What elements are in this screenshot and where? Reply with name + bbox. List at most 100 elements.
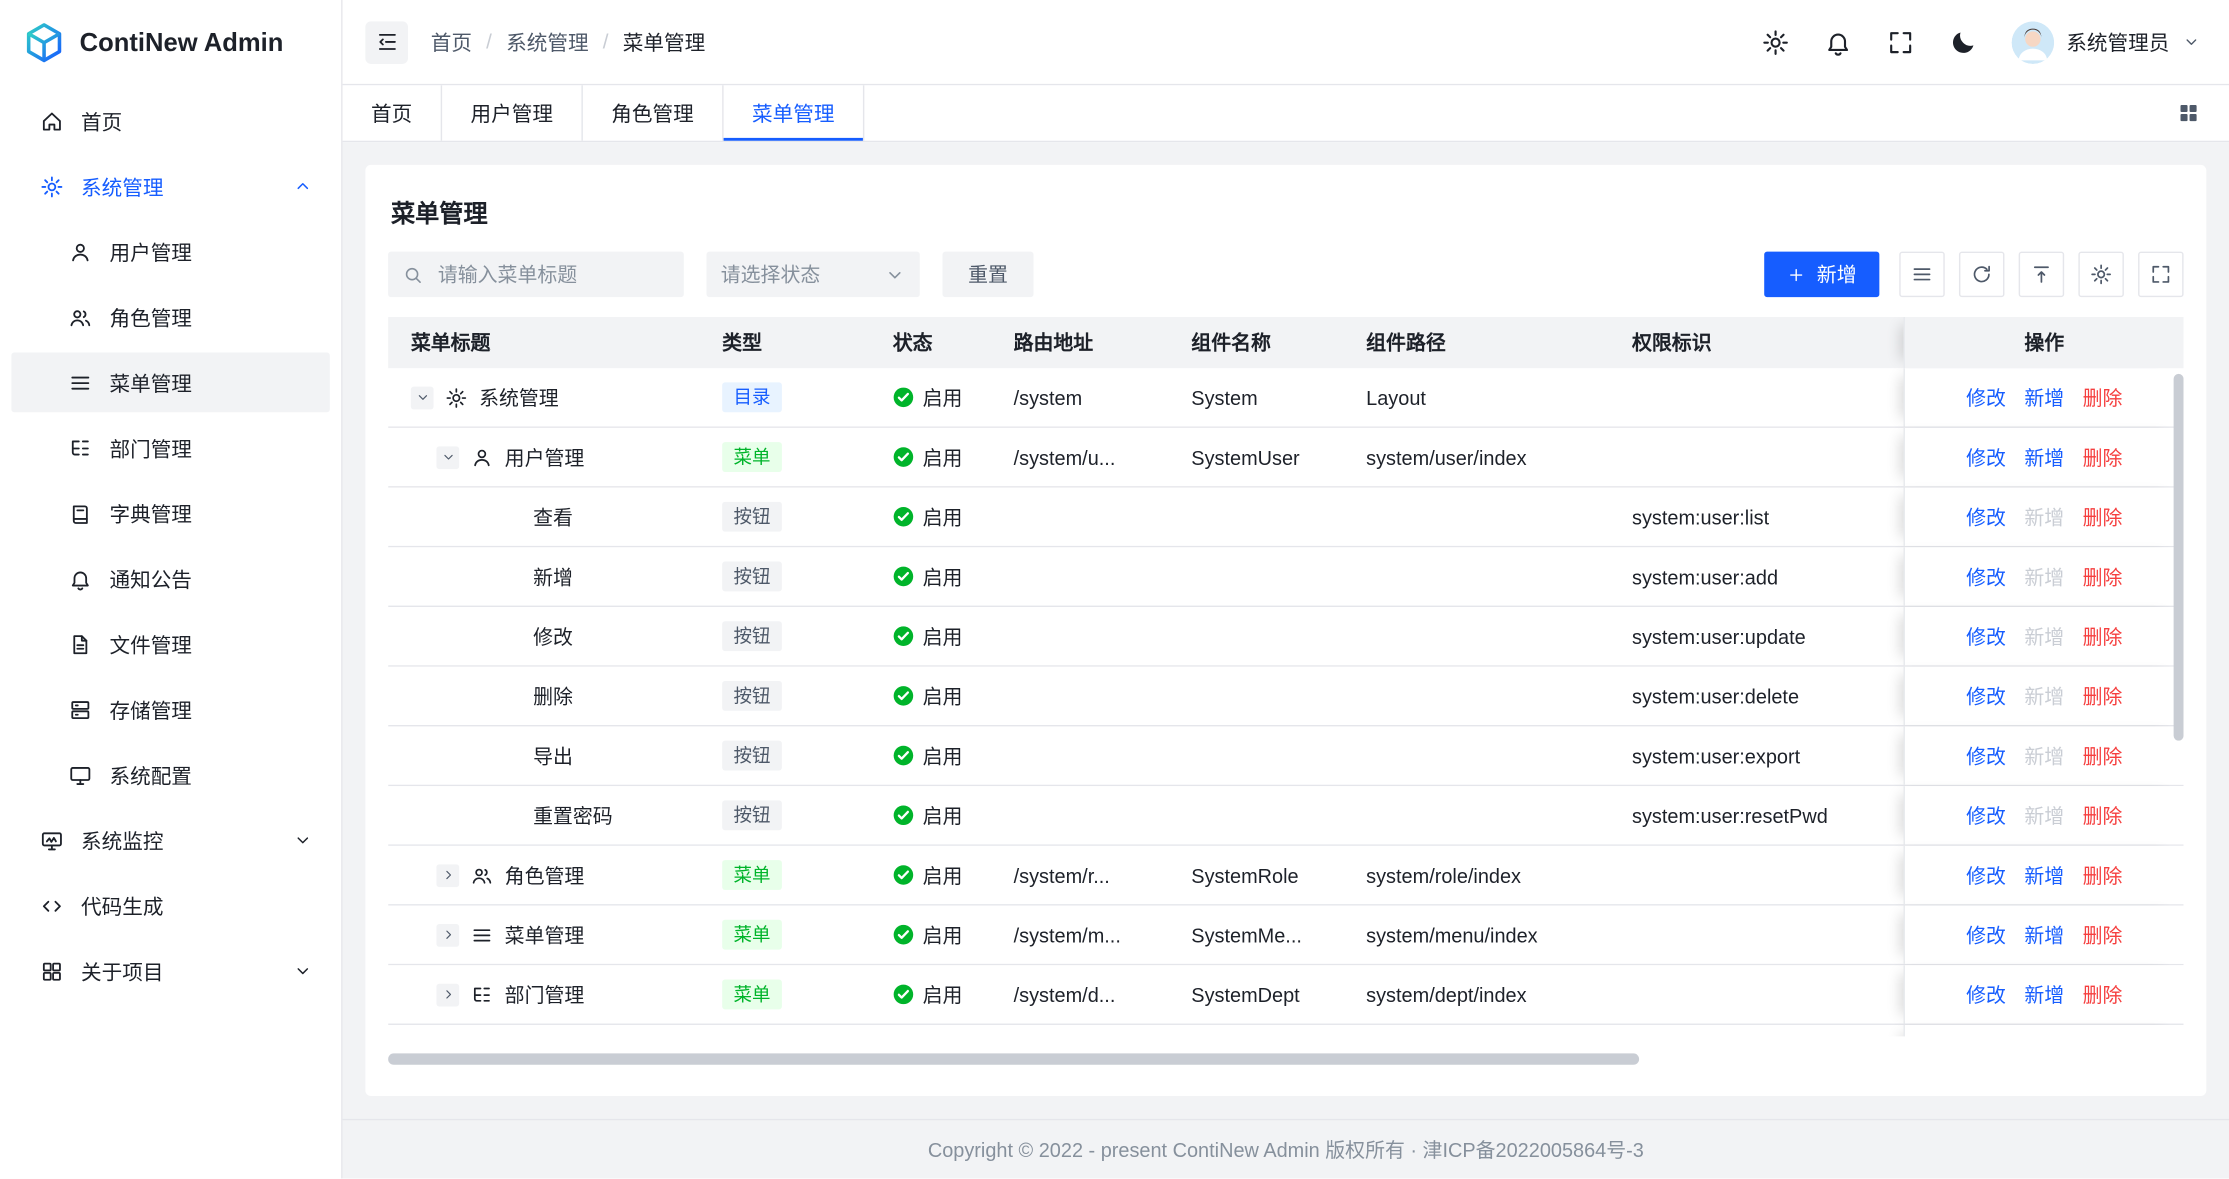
delete-link[interactable]: 删除	[2083, 562, 2123, 590]
collapse-sidebar-button[interactable]	[365, 21, 408, 64]
refresh-button[interactable]	[1959, 252, 2004, 297]
delete-link[interactable]: 删除	[2083, 443, 2123, 471]
cell-permission	[1609, 368, 1903, 426]
tab-user-mgmt[interactable]: 用户管理	[442, 85, 583, 140]
sidebar-item-dept-mgmt[interactable]: 部门管理	[11, 418, 329, 478]
tab-home[interactable]: 首页	[343, 85, 443, 140]
col-status: 状态	[870, 317, 991, 368]
check-circle-icon	[893, 984, 914, 1005]
topbar: 首页 / 系统管理 / 菜单管理	[343, 0, 2229, 85]
fullscreen-icon[interactable]	[1886, 28, 1914, 56]
sidebar-group-about[interactable]: 关于项目	[11, 941, 329, 1001]
status-badge: 启用	[893, 920, 963, 948]
cell-component-name	[1169, 1025, 1344, 1036]
notification-bell-icon[interactable]	[1823, 28, 1851, 56]
delete-link[interactable]: 删除	[2083, 383, 2123, 411]
dark-mode-moon-icon[interactable]	[1948, 28, 1976, 56]
delete-link[interactable]: 删除	[2083, 980, 2123, 1008]
check-circle-icon	[893, 387, 914, 408]
sidebar-item-user-mgmt[interactable]: 用户管理	[11, 222, 329, 282]
menu-mgmt-card: 菜单管理 请选择状态 重置 新增	[365, 165, 2206, 1096]
add-link[interactable]: 新增	[2024, 443, 2064, 471]
cell-route	[991, 726, 1169, 784]
add-link[interactable]: 新增	[2024, 383, 2064, 411]
delete-link[interactable]: 删除	[2083, 682, 2123, 710]
settings-gear-icon[interactable]	[1761, 28, 1789, 56]
add-link[interactable]: 新增	[2024, 682, 2064, 710]
edit-link[interactable]: 修改	[1966, 383, 2006, 411]
sidebar-item-code-gen[interactable]: 代码生成	[11, 876, 329, 936]
sidebar-item-storage-mgmt[interactable]: 存储管理	[11, 680, 329, 740]
cell-status: 启用	[870, 607, 991, 665]
delete-link[interactable]: 删除	[2083, 861, 2123, 889]
add-link[interactable]: 新增	[2024, 920, 2064, 948]
tab-role-mgmt[interactable]: 角色管理	[583, 85, 724, 140]
add-link[interactable]: 新增	[2024, 622, 2064, 650]
tab-actions	[2167, 85, 2210, 140]
edit-link[interactable]: 修改	[1966, 861, 2006, 889]
edit-link[interactable]: 修改	[1966, 562, 2006, 590]
cell-component-path: system/menu/index	[1343, 906, 1609, 964]
expand-toggle-icon[interactable]	[436, 983, 459, 1006]
tabbar: 首页 用户管理 角色管理 菜单管理	[343, 85, 2229, 142]
tab-list-button[interactable]	[2167, 92, 2210, 135]
sidebar-item-file-mgmt[interactable]: 文件管理	[11, 614, 329, 674]
row-height-button[interactable]	[2019, 252, 2064, 297]
expand-toggle-icon[interactable]	[436, 446, 459, 469]
cell-route	[991, 667, 1169, 725]
expand-toggle-icon[interactable]	[436, 923, 459, 946]
expand-toggle-icon[interactable]	[411, 386, 434, 409]
breadcrumb-current: 菜单管理	[623, 27, 705, 57]
status-badge: 启用	[893, 741, 963, 769]
delete-link[interactable]: 删除	[2083, 741, 2123, 769]
add-link[interactable]: 新增	[2024, 503, 2064, 531]
delete-link[interactable]: 删除	[2083, 920, 2123, 948]
sidebar-item-home[interactable]: 首页	[11, 91, 329, 151]
sidebar-item-notice[interactable]: 通知公告	[11, 549, 329, 609]
add-link[interactable]: 新增	[2024, 861, 2064, 889]
status-select[interactable]: 请选择状态	[707, 252, 920, 297]
user-menu[interactable]: 系统管理员	[2011, 21, 2201, 64]
search-input[interactable]	[435, 262, 670, 288]
search-box[interactable]	[388, 252, 684, 297]
delete-link[interactable]: 删除	[2083, 622, 2123, 650]
cell-status: 启用	[870, 786, 991, 844]
topbar-actions: 系统管理员	[1761, 21, 2201, 64]
add-button[interactable]: 新增	[1764, 252, 1879, 297]
edit-link[interactable]: 修改	[1966, 622, 2006, 650]
sidebar-item-system-config[interactable]: 系统配置	[11, 745, 329, 805]
edit-link[interactable]: 修改	[1966, 682, 2006, 710]
edit-link[interactable]: 修改	[1966, 503, 2006, 531]
breadcrumb-home[interactable]: 首页	[431, 27, 472, 57]
add-link[interactable]: 新增	[2024, 562, 2064, 590]
add-link[interactable]: 新增	[2024, 741, 2064, 769]
column-settings-button[interactable]	[2078, 252, 2123, 297]
expand-toggle-icon[interactable]	[436, 864, 459, 887]
view-list-button[interactable]	[1899, 252, 1944, 297]
edit-link[interactable]: 修改	[1966, 741, 2006, 769]
table-fullscreen-button[interactable]	[2138, 252, 2183, 297]
edit-link[interactable]: 修改	[1966, 443, 2006, 471]
vertical-scrollbar-thumb[interactable]	[2174, 374, 2184, 741]
sidebar-group-system-monitor[interactable]: 系统监控	[11, 810, 329, 870]
add-link[interactable]: 新增	[2024, 801, 2064, 829]
sidebar-item-role-mgmt[interactable]: 角色管理	[11, 287, 329, 347]
reset-button[interactable]: 重置	[943, 252, 1034, 297]
edit-link[interactable]: 修改	[1966, 920, 2006, 948]
status-text: 启用	[923, 861, 963, 889]
edit-link[interactable]: 修改	[1966, 801, 2006, 829]
breadcrumb-system-mgmt[interactable]: 系统管理	[506, 27, 588, 57]
sidebar-item-label: 用户管理	[109, 237, 191, 267]
horizontal-scrollbar-thumb[interactable]	[388, 1053, 1639, 1064]
delete-link[interactable]: 删除	[2083, 801, 2123, 829]
check-circle-icon	[893, 626, 914, 647]
delete-link[interactable]: 删除	[2083, 503, 2123, 531]
cell-type: 按钮	[699, 786, 870, 844]
add-link[interactable]: 新增	[2024, 980, 2064, 1008]
sidebar-item-dict-mgmt[interactable]: 字典管理	[11, 483, 329, 543]
sidebar-item-menu-mgmt[interactable]: 菜单管理	[11, 353, 329, 413]
edit-link[interactable]: 修改	[1966, 980, 2006, 1008]
tab-menu-mgmt[interactable]: 菜单管理	[724, 85, 865, 140]
sidebar-group-system-mgmt[interactable]: 系统管理	[11, 156, 329, 216]
table-row: 导出 按钮 启用 system:user:export 修改 新增 删除	[388, 726, 2183, 786]
